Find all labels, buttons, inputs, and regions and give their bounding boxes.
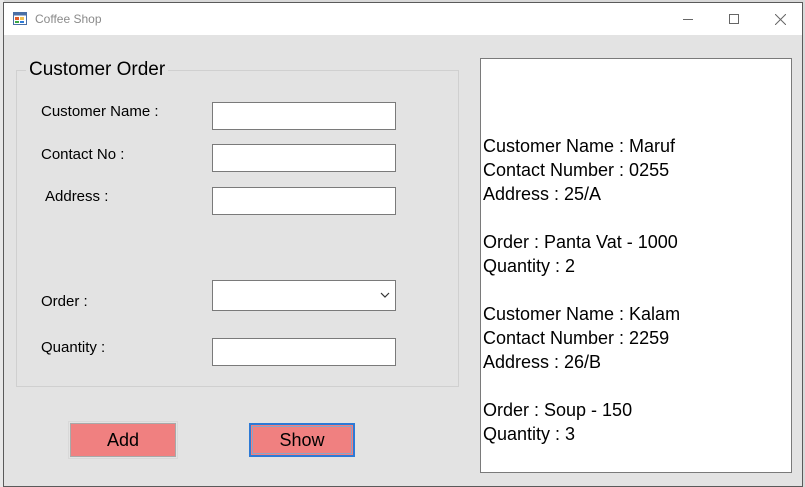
output-text: Customer Name : Maruf Contact Number : 02… <box>483 110 680 446</box>
output-line: Order : Soup - 150 <box>483 400 633 420</box>
close-icon <box>774 13 786 25</box>
address-input[interactable] <box>212 187 396 215</box>
coffee-shop-window: Coffee Shop Customer Order Customer Name… <box>3 2 803 487</box>
output-line: Customer Name : Kalam <box>483 304 681 324</box>
window-title: Coffee Shop <box>35 12 102 26</box>
output-line: Order : Panta Vat - 1000 <box>483 232 678 252</box>
minimize-button[interactable] <box>665 3 711 35</box>
address-label: Address : <box>45 188 109 205</box>
order-output-textarea[interactable]: Customer Name : Maruf Contact Number : 02… <box>480 58 792 473</box>
quantity-input[interactable] <box>212 338 396 366</box>
output-line: Quantity : 3 <box>483 424 576 444</box>
order-label: Order : <box>41 293 88 310</box>
contact-no-label: Contact No : <box>41 146 125 163</box>
output-line: Address : 26/B <box>483 352 602 372</box>
customer-name-label: Customer Name : <box>41 103 159 120</box>
minimize-icon <box>683 19 693 20</box>
customer-name-input[interactable] <box>212 102 396 130</box>
maximize-icon <box>729 14 739 24</box>
output-line: Address : 25/A <box>483 184 602 204</box>
title-bar[interactable]: Coffee Shop <box>4 3 802 35</box>
order-dropdown[interactable] <box>212 280 396 311</box>
output-line: Contact Number : 0255 <box>483 160 670 180</box>
show-button-label: Show <box>252 426 352 454</box>
output-line: Customer Name : Maruf <box>483 136 676 156</box>
quantity-label: Quantity : <box>41 339 106 356</box>
contact-no-input[interactable] <box>212 144 396 172</box>
group-title: Customer Order <box>26 59 169 81</box>
app-window-icon <box>13 12 27 25</box>
show-button[interactable]: Show <box>249 423 355 457</box>
chevron-down-icon <box>380 292 390 298</box>
maximize-button[interactable] <box>711 3 757 35</box>
output-line: Quantity : 2 <box>483 256 576 276</box>
output-line: Contact Number : 2259 <box>483 328 670 348</box>
add-button[interactable]: Add <box>68 421 178 459</box>
close-button[interactable] <box>757 3 803 35</box>
